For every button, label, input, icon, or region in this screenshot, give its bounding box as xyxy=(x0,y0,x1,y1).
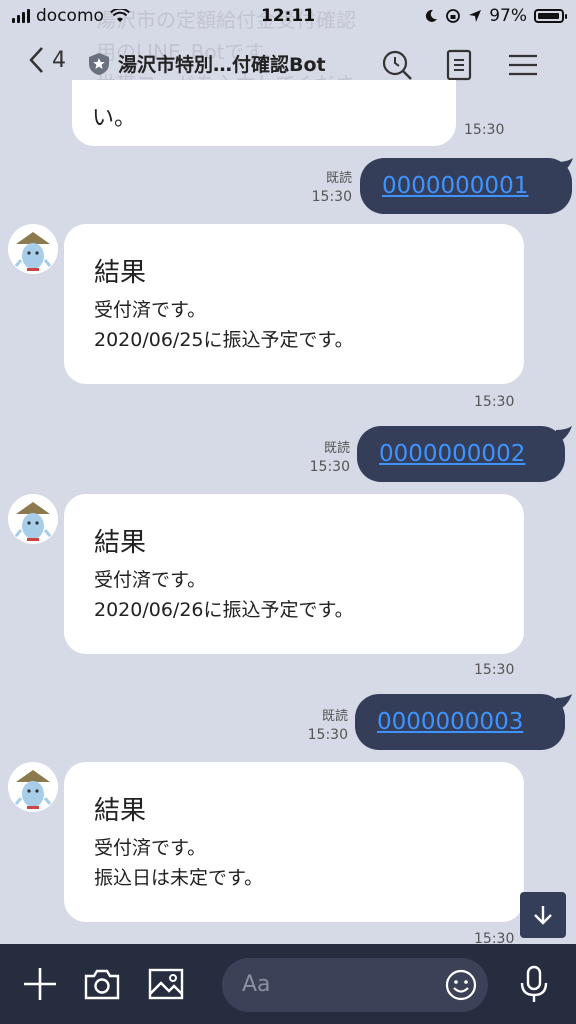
message-text: い。 xyxy=(92,106,137,131)
household-code-link[interactable]: 0000000001 xyxy=(382,173,528,199)
read-label: 既読 xyxy=(325,171,352,186)
bubble-tail xyxy=(556,426,572,444)
read-label: 既読 xyxy=(321,709,348,724)
chat-title[interactable]: 湯沢市特別…付確認Bot xyxy=(88,50,326,77)
page-title: 湯沢市特別…付確認Bot xyxy=(118,54,326,76)
back-chevron-icon xyxy=(29,47,43,73)
moon-icon xyxy=(426,9,438,22)
search-icon[interactable] xyxy=(380,48,414,82)
household-code-link[interactable]: 0000000003 xyxy=(377,709,523,735)
sent-time: 15:30 xyxy=(307,727,348,743)
emoji-icon[interactable] xyxy=(444,968,478,1002)
sent-time: 15:30 xyxy=(311,189,352,205)
arrow-down-icon xyxy=(534,906,552,925)
notes-icon[interactable] xyxy=(442,48,476,82)
avatar[interactable] xyxy=(8,224,58,274)
result-transfer-date: 2020/06/26に振込予定です。 xyxy=(94,599,354,621)
read-receipt: 既読 15:30 xyxy=(296,708,348,744)
message-time: 15:30 xyxy=(474,662,515,678)
shield-star-icon xyxy=(89,52,109,75)
bubble-tail xyxy=(557,158,573,176)
location-icon xyxy=(469,10,482,22)
message-outgoing: 0000000001 xyxy=(360,158,572,214)
household-code-link[interactable]: 0000000002 xyxy=(379,441,525,467)
rotation-lock-icon xyxy=(446,9,461,23)
message-time: 15:30 xyxy=(474,394,515,410)
menu-icon[interactable] xyxy=(506,48,540,82)
mascot-avatar-icon xyxy=(14,770,52,809)
back-button[interactable]: 4 xyxy=(28,46,66,74)
result-status: 受付済です。 xyxy=(94,837,207,859)
message-outgoing: 0000000003 xyxy=(355,694,565,750)
result-status: 受付済です。 xyxy=(94,569,207,591)
message-incoming: い。 xyxy=(72,80,456,146)
input-bar: Aa xyxy=(0,944,576,1024)
mascot-avatar-icon xyxy=(14,232,52,271)
status-bar: docomo 12:11 97% xyxy=(0,0,576,34)
message-time: 15:30 xyxy=(464,122,505,138)
result-title: 結果 xyxy=(94,528,147,558)
read-receipt: 既読 15:30 xyxy=(298,440,350,476)
battery-percent: 97% xyxy=(489,6,527,26)
message-incoming: 結果 受付済です。 振込日は未定です。 xyxy=(64,762,524,922)
input-placeholder: Aa xyxy=(242,972,271,997)
status-right: 97% xyxy=(424,6,567,26)
battery-icon xyxy=(534,9,567,23)
bubble-tail xyxy=(556,694,572,712)
result-status: 受付済です。 xyxy=(94,299,207,321)
mic-icon[interactable] xyxy=(514,964,554,1004)
result-title: 結果 xyxy=(94,796,147,826)
avatar[interactable] xyxy=(8,762,58,812)
read-receipt: 既読 15:30 xyxy=(300,170,352,206)
mascot-avatar-icon xyxy=(14,502,52,541)
result-title: 結果 xyxy=(94,258,147,288)
result-transfer-date: 振込日は未定です。 xyxy=(94,867,264,889)
camera-icon[interactable] xyxy=(82,964,122,1004)
message-incoming: 結果 受付済です。 2020/06/26に振込予定です。 xyxy=(64,494,524,654)
avatar[interactable] xyxy=(8,494,58,544)
read-label: 既読 xyxy=(323,441,350,456)
result-transfer-date: 2020/06/25に振込予定です。 xyxy=(94,329,354,351)
plus-icon[interactable] xyxy=(20,964,60,1004)
sent-time: 15:30 xyxy=(309,459,350,475)
unread-count: 4 xyxy=(52,47,66,73)
message-incoming: 結果 受付済です。 2020/06/25に振込予定です。 xyxy=(64,224,524,384)
scroll-to-bottom-button[interactable] xyxy=(520,892,566,938)
message-outgoing: 0000000002 xyxy=(357,426,565,482)
image-icon[interactable] xyxy=(146,964,186,1004)
message-input[interactable]: Aa xyxy=(222,958,488,1012)
